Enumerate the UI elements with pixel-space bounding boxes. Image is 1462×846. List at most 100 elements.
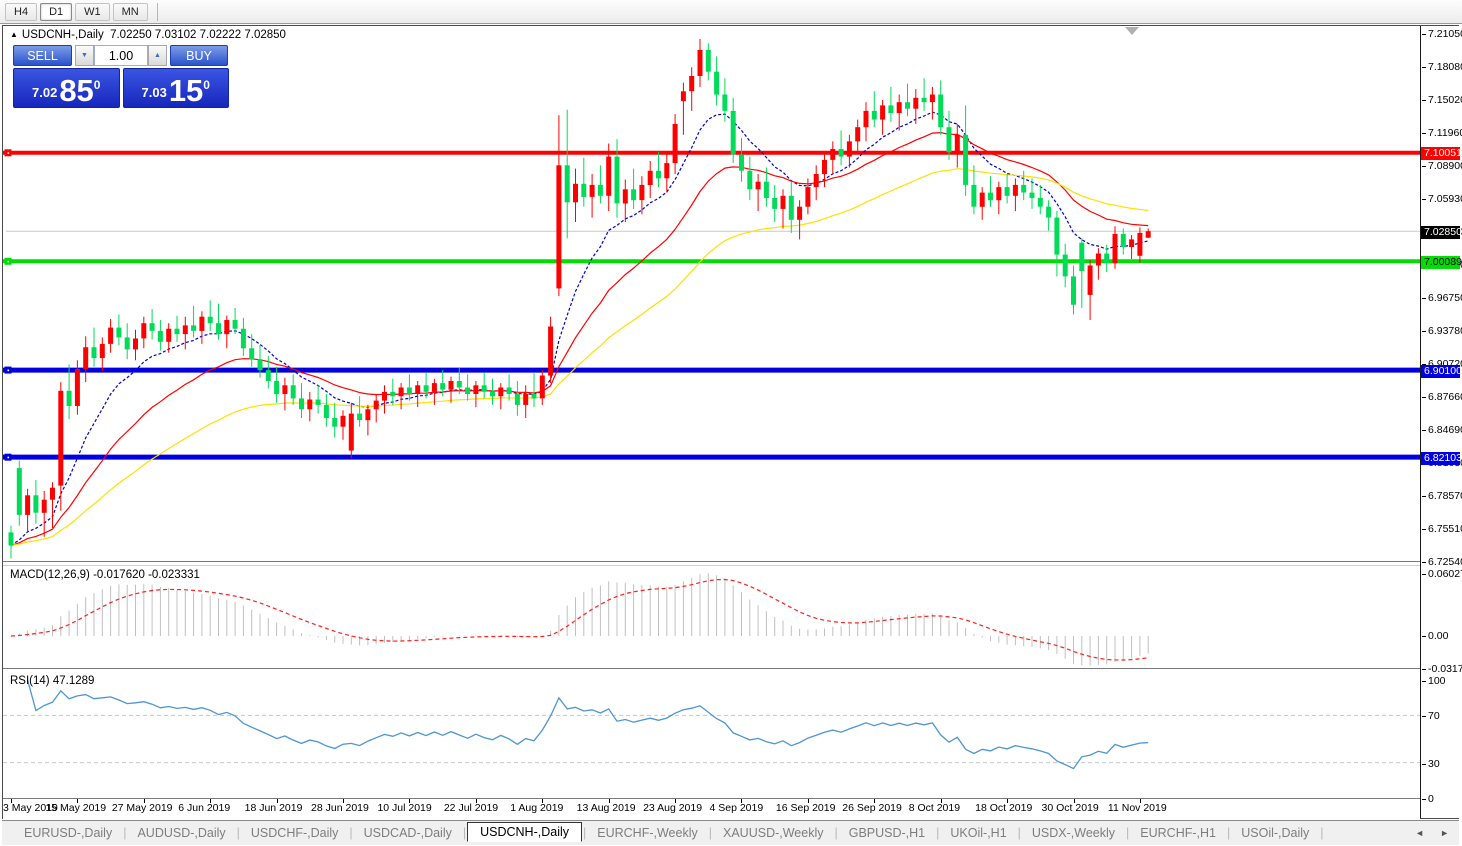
price-tick-label: 6.72540	[1428, 556, 1462, 568]
chart-ohlc-values: 7.02250 7.03102 7.02222 7.02850	[110, 29, 286, 41]
buy-price-big: 15	[169, 78, 203, 104]
rsi-tick-label-tickmark	[1422, 716, 1426, 717]
chart-tab-eurchf-weekly[interactable]: EURCHF-,Weekly	[587, 824, 707, 842]
chart-shift-marker-icon[interactable]	[1125, 27, 1139, 35]
volume-up-button[interactable]: ▲	[148, 45, 167, 66]
date-label: 10 Jul 2019	[377, 802, 431, 814]
date-label: 23 Aug 2019	[643, 802, 702, 814]
price-tick-label: 7.05930	[1428, 193, 1462, 205]
volume-input[interactable]: 1.00	[94, 45, 148, 66]
macd-label: MACD(12,26,9) -0.017620 -0.023331	[10, 569, 200, 581]
price-badge-6.90100: 6.90100	[1421, 365, 1460, 378]
rsi-line-chart	[3, 672, 1420, 798]
chart-tab-bar: EURUSD-,Daily|AUDUSD-,Daily|USDCHF-,Dail…	[2, 820, 1459, 845]
timeframe-button-d1[interactable]: D1	[40, 3, 72, 21]
tab-separator: |	[834, 826, 837, 840]
one-click-trade-panel: SELL ▼ 1.00 ▲ BUY 7.02 85 0 7.03 15 0	[13, 45, 229, 108]
price-axis: 7.21050 7.18080 7.15020 7.11960 7.08900 7.059…	[1420, 26, 1460, 818]
symbol-triangle-icon: ▲	[10, 30, 18, 39]
price-badge-7.10051: 7.10051	[1421, 147, 1460, 160]
date-axis: 3 May 201915 May 201927 May 20196 Jun 20…	[3, 799, 1420, 819]
tab-separator: |	[1320, 826, 1323, 840]
price-tick-label-tickmark	[1422, 298, 1426, 299]
sell-price-big: 85	[59, 78, 93, 104]
price-tick-label: 6.78570	[1428, 490, 1462, 502]
tab-separator: |	[709, 826, 712, 840]
sell-price-small: 7.02	[32, 85, 57, 100]
rsi-tick-label: 100	[1428, 675, 1446, 687]
date-label: 30 Oct 2019	[1042, 802, 1099, 814]
buy-button[interactable]: BUY	[170, 45, 228, 66]
price-tick-label-tickmark	[1422, 133, 1426, 134]
macd-histogram	[3, 566, 1420, 669]
toolbar-divider	[157, 3, 158, 21]
tab-separator: |	[1227, 826, 1230, 840]
chart-tab-usdx-weekly[interactable]: USDX-,Weekly	[1022, 824, 1125, 842]
chart-tab-usdcad-daily[interactable]: USDCAD-,Daily	[354, 824, 462, 842]
date-label: 6 Jun 2019	[178, 802, 230, 814]
tab-scroll-left-icon[interactable]: ◄	[1415, 828, 1424, 838]
macd-tick-label-tickmark	[1422, 636, 1426, 637]
rsi-tick-label: 30	[1428, 758, 1440, 770]
price-tick-label: 7.21050	[1428, 28, 1462, 40]
tab-separator: |	[1018, 826, 1021, 840]
price-badge-7.02850: 7.02850	[1421, 226, 1460, 239]
volume-down-button[interactable]: ▼	[75, 45, 94, 66]
chart-tab-usdchf-daily[interactable]: USDCHF-,Daily	[241, 824, 349, 842]
price-tick-label-tickmark	[1422, 100, 1426, 101]
timeframe-button-mn[interactable]: MN	[113, 3, 148, 21]
price-pane[interactable]: ▲USDCNH-,Daily 7.02250 7.03102 7.02222 7…	[3, 26, 1420, 562]
timeframe-button-h4[interactable]: H4	[5, 3, 37, 21]
rsi-tick-label-tickmark	[1422, 799, 1426, 800]
chart-tab-usoil-daily[interactable]: USOil-,Daily	[1231, 824, 1319, 842]
date-label: 15 May 2019	[45, 802, 106, 814]
tab-separator: |	[349, 826, 352, 840]
rsi-label: RSI(14) 47.1289	[10, 675, 94, 687]
tab-separator: |	[237, 826, 240, 840]
date-label: 4 Sep 2019	[709, 802, 763, 814]
price-tick-label: 7.18080	[1428, 61, 1462, 73]
chart-tab-eurchf-h1[interactable]: EURCHF-,H1	[1130, 824, 1226, 842]
sell-price-sup: 0	[94, 78, 101, 92]
timeframe-toolbar: H4D1W1MN	[0, 0, 1462, 24]
chart-tab-xauusd-weekly[interactable]: XAUUSD-,Weekly	[713, 824, 833, 842]
price-badge-6.82103: 6.82103	[1421, 452, 1460, 465]
price-tick-label: 6.93780	[1428, 325, 1462, 337]
price-tick-label: 7.08900	[1428, 160, 1462, 172]
chart-tab-audusd-daily[interactable]: AUDUSD-,Daily	[127, 824, 235, 842]
sell-button[interactable]: SELL	[13, 45, 72, 66]
chart-tab-ukoil-h1[interactable]: UKOil-,H1	[940, 824, 1016, 842]
tab-scroll-right-icon[interactable]: ►	[1440, 828, 1449, 838]
price-tick-label-tickmark	[1422, 529, 1426, 530]
chart-tab-usdcnh-daily[interactable]: USDCNH-,Daily	[467, 822, 582, 842]
price-tick-label-tickmark	[1422, 67, 1426, 68]
price-tick-label: 6.84690	[1428, 424, 1462, 436]
rsi-tick-label: 70	[1428, 710, 1440, 722]
macd-pane[interactable]: MACD(12,26,9) -0.017620 -0.023331	[3, 565, 1420, 669]
date-label: 11 Nov 2019	[1108, 802, 1167, 814]
price-tick-label: 6.96750	[1428, 292, 1462, 304]
price-tick-label-tickmark	[1422, 166, 1426, 167]
buy-price-button[interactable]: 7.03 15 0	[123, 68, 230, 108]
date-label: 27 May 2019	[112, 802, 173, 814]
chart-title: ▲USDCNH-,Daily 7.02250 7.03102 7.02222 7…	[10, 29, 286, 41]
rsi-pane[interactable]: RSI(14) 47.1289	[3, 672, 1420, 799]
price-tick-label: 7.11960	[1428, 127, 1462, 139]
buy-price-small: 7.03	[142, 85, 167, 100]
price-tick-label-tickmark	[1422, 397, 1426, 398]
sell-price-button[interactable]: 7.02 85 0	[13, 68, 120, 108]
tab-separator: |	[936, 826, 939, 840]
price-tick-label: 7.15020	[1428, 94, 1462, 106]
rsi-tick-label-tickmark	[1422, 681, 1426, 682]
tab-separator: |	[123, 826, 126, 840]
chart-window: ▲USDCNH-,Daily 7.02250 7.03102 7.02222 7…	[2, 25, 1459, 819]
tab-separator: |	[463, 826, 466, 840]
price-tick-label-tickmark	[1422, 199, 1426, 200]
date-label: 18 Jun 2019	[245, 802, 303, 814]
tab-separator: |	[1126, 826, 1129, 840]
timeframe-button-w1[interactable]: W1	[75, 3, 110, 21]
chart-tab-gbpusd-h1[interactable]: GBPUSD-,H1	[839, 824, 935, 842]
date-label: 28 Jun 2019	[311, 802, 369, 814]
chart-tab-eurusd-daily[interactable]: EURUSD-,Daily	[14, 824, 122, 842]
macd-tick-label: 0.00	[1428, 630, 1448, 642]
